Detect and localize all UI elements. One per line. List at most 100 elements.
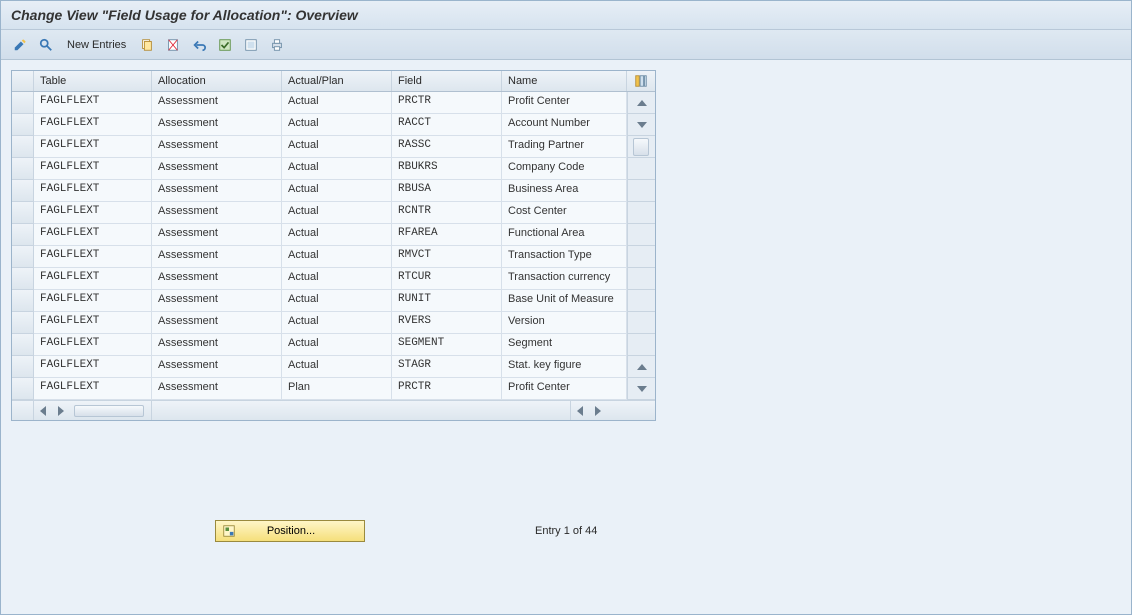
cell-name[interactable]: Company Code [502, 158, 627, 180]
cell-allocation[interactable]: Assessment [152, 202, 282, 224]
select-all-icon[interactable] [214, 35, 236, 55]
cell-field[interactable]: STAGR [392, 356, 502, 378]
cell-name[interactable]: Trading Partner [502, 136, 627, 158]
cell-field[interactable]: PRCTR [392, 92, 502, 114]
row-selector[interactable] [12, 92, 34, 114]
col-header-table[interactable]: Table [34, 71, 152, 91]
cell-actual_plan[interactable]: Actual [282, 246, 392, 268]
row-selector[interactable] [12, 290, 34, 312]
cell-table[interactable]: FAGLFLEXT [34, 268, 152, 290]
cell-field[interactable]: RVERS [392, 312, 502, 334]
table-row[interactable]: FAGLFLEXTAssessmentActualPRCTRProfit Cen… [12, 92, 655, 114]
vscroll-down-arrow[interactable] [627, 378, 655, 400]
table-row[interactable]: FAGLFLEXTAssessmentActualRCNTRCost Cente… [12, 202, 655, 224]
cell-actual_plan[interactable]: Actual [282, 136, 392, 158]
vscroll-track[interactable] [627, 180, 655, 202]
cell-actual_plan[interactable]: Actual [282, 202, 392, 224]
deselect-all-icon[interactable] [240, 35, 262, 55]
cell-table[interactable]: FAGLFLEXT [34, 158, 152, 180]
cell-table[interactable]: FAGLFLEXT [34, 114, 152, 136]
cell-name[interactable]: Profit Center [502, 378, 627, 400]
row-selector[interactable] [12, 334, 34, 356]
row-selector[interactable] [12, 224, 34, 246]
cell-name[interactable]: Base Unit of Measure [502, 290, 627, 312]
cell-table[interactable]: FAGLFLEXT [34, 246, 152, 268]
table-row[interactable]: FAGLFLEXTAssessmentActualRASSCTrading Pa… [12, 136, 655, 158]
find-icon[interactable] [35, 35, 57, 55]
cell-actual_plan[interactable]: Actual [282, 268, 392, 290]
hscroll-left-arrow-2[interactable] [571, 401, 589, 420]
cell-name[interactable]: Transaction currency [502, 268, 627, 290]
vscroll-track[interactable] [627, 202, 655, 224]
row-selector[interactable] [12, 312, 34, 334]
cell-name[interactable]: Stat. key figure [502, 356, 627, 378]
hscroll-main-track[interactable] [152, 401, 571, 420]
hscroll-right-arrow-1[interactable] [52, 406, 70, 416]
cell-actual_plan[interactable]: Actual [282, 334, 392, 356]
cell-allocation[interactable]: Assessment [152, 334, 282, 356]
vscroll-track[interactable] [627, 334, 655, 356]
cell-table[interactable]: FAGLFLEXT [34, 356, 152, 378]
cell-allocation[interactable]: Assessment [152, 158, 282, 180]
cell-allocation[interactable]: Assessment [152, 268, 282, 290]
cell-actual_plan[interactable]: Actual [282, 180, 392, 202]
configure-columns-icon[interactable] [627, 71, 655, 91]
cell-actual_plan[interactable]: Actual [282, 312, 392, 334]
vscroll-track[interactable] [627, 224, 655, 246]
cell-field[interactable]: RUNIT [392, 290, 502, 312]
table-row[interactable]: FAGLFLEXTAssessmentActualRVERSVersion [12, 312, 655, 334]
table-row[interactable]: FAGLFLEXTAssessmentActualSTAGRStat. key … [12, 356, 655, 378]
row-selector[interactable] [12, 180, 34, 202]
cell-table[interactable]: FAGLFLEXT [34, 312, 152, 334]
row-selector[interactable] [12, 158, 34, 180]
vscroll-down-arrow-top[interactable] [627, 114, 655, 136]
toggle-display-change-icon[interactable] [9, 35, 31, 55]
table-row[interactable]: FAGLFLEXTAssessmentActualRFAREAFunctiona… [12, 224, 655, 246]
col-header-allocation[interactable]: Allocation [152, 71, 282, 91]
vscroll-track[interactable] [627, 158, 655, 180]
row-selector[interactable] [12, 136, 34, 158]
cell-name[interactable]: Segment [502, 334, 627, 356]
hscroll-left-track[interactable] [34, 401, 152, 420]
hscroll-left-arrow-1[interactable] [34, 406, 52, 416]
cell-allocation[interactable]: Assessment [152, 356, 282, 378]
hscroll-thumb-1[interactable] [74, 405, 144, 417]
cell-table[interactable]: FAGLFLEXT [34, 92, 152, 114]
vscroll-track[interactable] [627, 246, 655, 268]
cell-field[interactable]: RBUSA [392, 180, 502, 202]
position-button[interactable]: Position... [215, 520, 365, 542]
cell-allocation[interactable]: Assessment [152, 136, 282, 158]
vscroll-track[interactable] [627, 312, 655, 334]
vscroll-up-arrow-bottom[interactable] [627, 356, 655, 378]
table-row[interactable]: FAGLFLEXTAssessmentPlanPRCTRProfit Cente… [12, 378, 655, 400]
new-entries-button[interactable]: New Entries [61, 39, 132, 51]
vscroll-up-arrow[interactable] [627, 92, 655, 114]
cell-allocation[interactable]: Assessment [152, 224, 282, 246]
cell-allocation[interactable]: Assessment [152, 378, 282, 400]
table-row[interactable]: FAGLFLEXTAssessmentActualRBUSABusiness A… [12, 180, 655, 202]
cell-name[interactable]: Account Number [502, 114, 627, 136]
row-selector[interactable] [12, 378, 34, 400]
col-header-name[interactable]: Name [502, 71, 627, 91]
cell-actual_plan[interactable]: Actual [282, 158, 392, 180]
table-row[interactable]: FAGLFLEXTAssessmentActualRTCURTransactio… [12, 268, 655, 290]
cell-table[interactable]: FAGLFLEXT [34, 136, 152, 158]
cell-field[interactable]: RACCT [392, 114, 502, 136]
cell-name[interactable]: Transaction Type [502, 246, 627, 268]
cell-allocation[interactable]: Assessment [152, 92, 282, 114]
row-selector[interactable] [12, 202, 34, 224]
cell-name[interactable]: Business Area [502, 180, 627, 202]
hscroll-right-arrow-2[interactable] [589, 401, 607, 420]
cell-table[interactable]: FAGLFLEXT [34, 180, 152, 202]
cell-name[interactable]: Version [502, 312, 627, 334]
cell-allocation[interactable]: Assessment [152, 180, 282, 202]
cell-field[interactable]: PRCTR [392, 378, 502, 400]
vscroll-track[interactable] [627, 268, 655, 290]
cell-field[interactable]: SEGMENT [392, 334, 502, 356]
table-row[interactable]: FAGLFLEXTAssessmentActualRACCTAccount Nu… [12, 114, 655, 136]
cell-actual_plan[interactable]: Plan [282, 378, 392, 400]
cell-table[interactable]: FAGLFLEXT [34, 290, 152, 312]
cell-actual_plan[interactable]: Actual [282, 114, 392, 136]
cell-actual_plan[interactable]: Actual [282, 92, 392, 114]
cell-field[interactable]: RFAREA [392, 224, 502, 246]
